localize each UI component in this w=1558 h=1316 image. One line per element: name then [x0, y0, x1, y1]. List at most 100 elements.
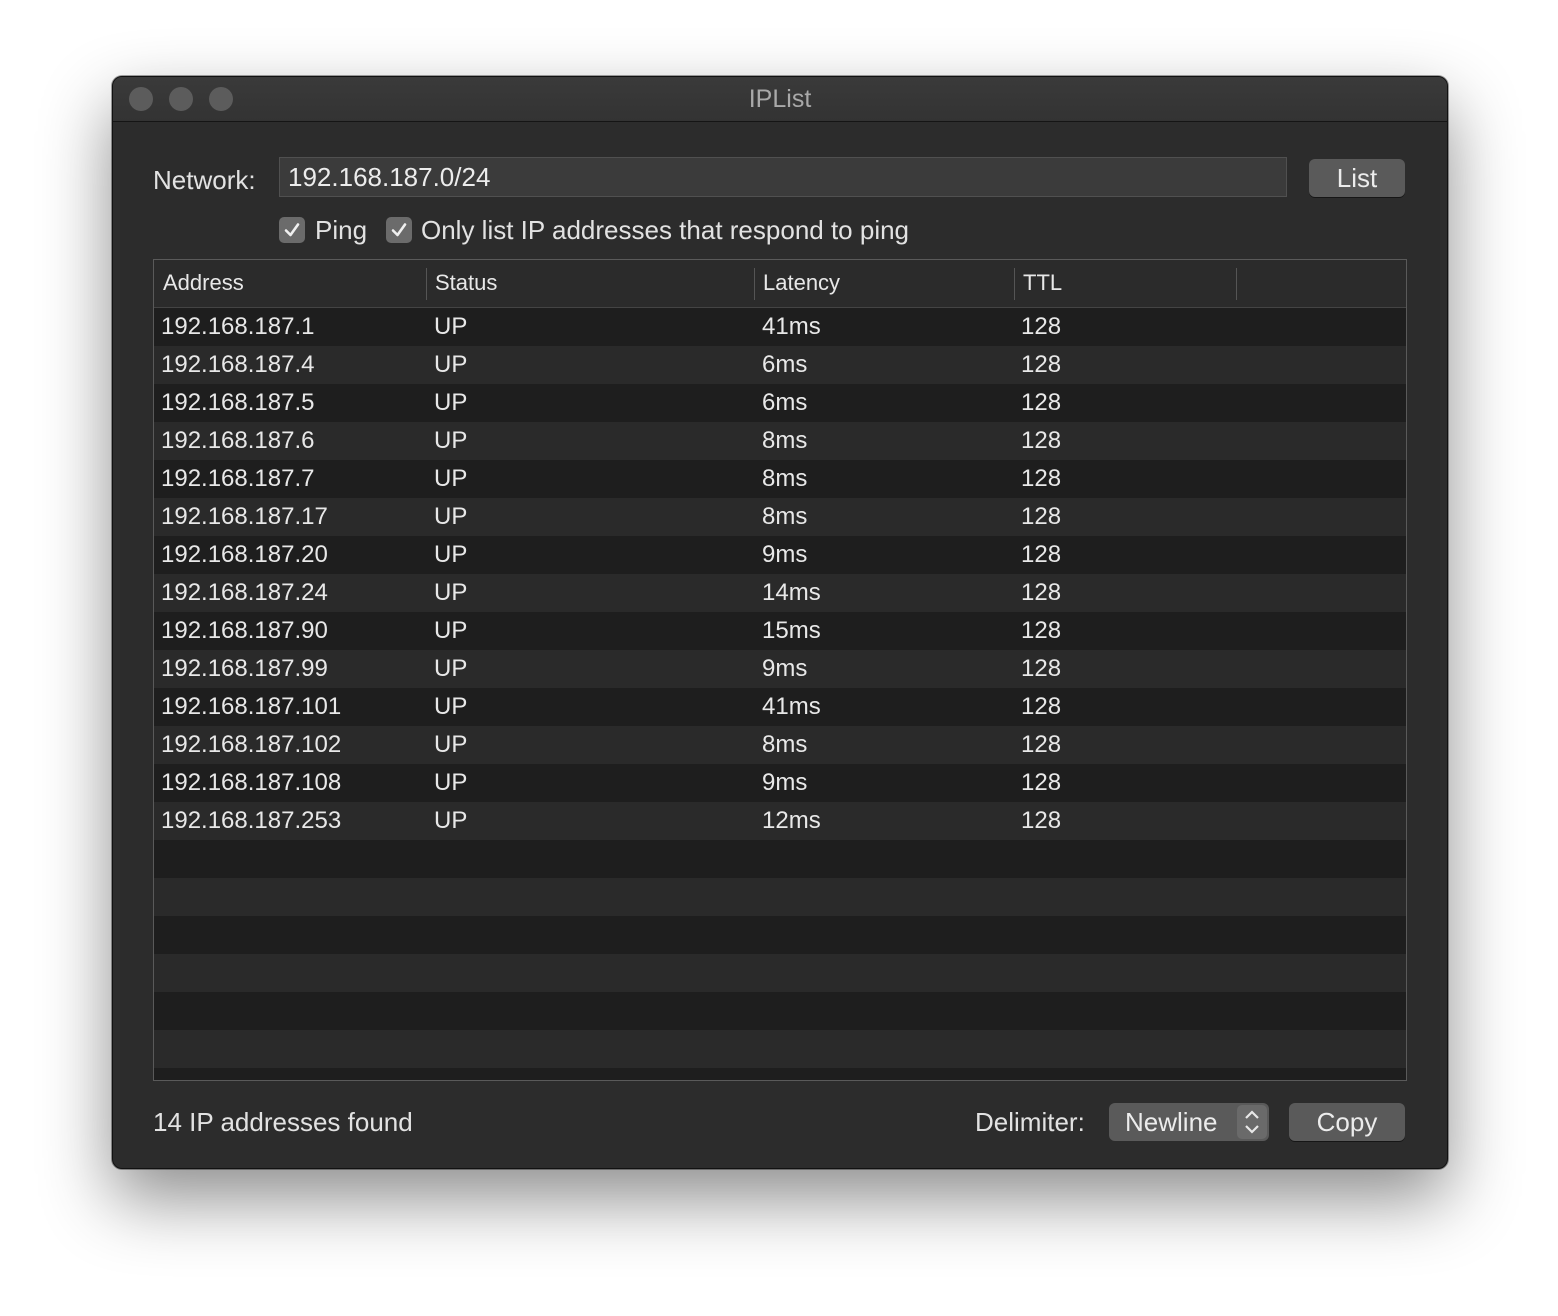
- address-cell: 192.168.187.101: [161, 693, 342, 720]
- network-label: Network:: [153, 165, 256, 195]
- column-header-latency[interactable]: Latency: [763, 270, 840, 296]
- checkmark-icon: [391, 223, 407, 237]
- ttl-cell: 128: [1021, 427, 1062, 454]
- ping-checkbox[interactable]: [279, 217, 305, 243]
- status-cell: UP: [434, 579, 468, 606]
- status-cell: UP: [434, 313, 468, 340]
- address-cell: 192.168.187.17: [161, 503, 328, 530]
- address-cell: 192.168.187.90: [161, 617, 328, 644]
- results-table[interactable]: Address Status Latency TTL 192.168.187.1…: [153, 259, 1407, 1081]
- latency-cell: 8ms: [762, 731, 808, 758]
- address-cell: 192.168.187.4: [161, 351, 315, 378]
- column-divider[interactable]: [754, 268, 755, 300]
- ttl-cell: 128: [1021, 313, 1062, 340]
- address-cell: 192.168.187.1: [161, 313, 315, 340]
- status-cell: UP: [434, 617, 468, 644]
- status-cell: UP: [434, 807, 468, 834]
- status-cell: UP: [434, 389, 468, 416]
- empty-table-row: [154, 992, 1406, 1030]
- list-button[interactable]: List: [1309, 159, 1405, 197]
- status-cell: UP: [434, 427, 468, 454]
- latency-cell: 6ms: [762, 389, 808, 416]
- empty-table-row: [154, 840, 1406, 878]
- table-row[interactable]: 192.168.187.24 UP 14ms 128: [154, 574, 1406, 612]
- ttl-cell: 128: [1021, 617, 1062, 644]
- ttl-cell: 128: [1021, 807, 1062, 834]
- address-cell: 192.168.187.7: [161, 465, 315, 492]
- latency-cell: 8ms: [762, 465, 808, 492]
- address-cell: 192.168.187.24: [161, 579, 328, 606]
- latency-cell: 9ms: [762, 655, 808, 682]
- address-cell: 192.168.187.99: [161, 655, 328, 682]
- up-down-chevron-icon: [1237, 1105, 1267, 1139]
- column-header-ttl[interactable]: TTL: [1023, 270, 1062, 296]
- latency-cell: 8ms: [762, 503, 808, 530]
- table-row[interactable]: 192.168.187.253 UP 12ms 128: [154, 802, 1406, 840]
- window-title: IPList: [748, 85, 812, 113]
- ttl-cell: 128: [1021, 769, 1062, 796]
- only-responding-checkbox-label[interactable]: Only list IP addresses that respond to p…: [421, 215, 909, 246]
- status-cell: UP: [434, 541, 468, 568]
- results-count-label: 14 IP addresses found: [153, 1107, 413, 1137]
- status-cell: UP: [434, 465, 468, 492]
- empty-table-row: [154, 878, 1406, 916]
- checkmark-icon: [284, 223, 300, 237]
- ping-checkbox-label[interactable]: Ping: [315, 215, 367, 246]
- ttl-cell: 128: [1021, 503, 1062, 530]
- only-responding-checkbox[interactable]: [386, 217, 412, 243]
- table-row[interactable]: 192.168.187.1 UP 41ms 128: [154, 308, 1406, 346]
- app-window: IPList Network: 192.168.187.0/24 List Pi…: [112, 76, 1448, 1169]
- table-row[interactable]: 192.168.187.6 UP 8ms 128: [154, 422, 1406, 460]
- column-header-status[interactable]: Status: [435, 270, 497, 296]
- latency-cell: 8ms: [762, 427, 808, 454]
- table-row[interactable]: 192.168.187.90 UP 15ms 128: [154, 612, 1406, 650]
- table-row[interactable]: 192.168.187.102 UP 8ms 128: [154, 726, 1406, 764]
- delimiter-label: Delimiter:: [975, 1107, 1085, 1137]
- latency-cell: 14ms: [762, 579, 821, 606]
- status-cell: UP: [434, 351, 468, 378]
- table-header: Address Status Latency TTL: [154, 260, 1406, 308]
- table-row[interactable]: 192.168.187.4 UP 6ms 128: [154, 346, 1406, 384]
- latency-cell: 9ms: [762, 769, 808, 796]
- status-cell: UP: [434, 693, 468, 720]
- status-cell: UP: [434, 731, 468, 758]
- empty-table-row: [154, 1030, 1406, 1068]
- table-row[interactable]: 192.168.187.5 UP 6ms 128: [154, 384, 1406, 422]
- status-cell: UP: [434, 655, 468, 682]
- table-row[interactable]: 192.168.187.99 UP 9ms 128: [154, 650, 1406, 688]
- ttl-cell: 128: [1021, 351, 1062, 378]
- address-cell: 192.168.187.253: [161, 807, 342, 834]
- address-cell: 192.168.187.102: [161, 731, 342, 758]
- column-divider[interactable]: [426, 268, 427, 300]
- ttl-cell: 128: [1021, 389, 1062, 416]
- delimiter-selected-value: Newline: [1125, 1107, 1218, 1137]
- ttl-cell: 128: [1021, 541, 1062, 568]
- table-row[interactable]: 192.168.187.20 UP 9ms 128: [154, 536, 1406, 574]
- column-divider[interactable]: [1014, 268, 1015, 300]
- delimiter-select[interactable]: Newline: [1109, 1103, 1269, 1141]
- latency-cell: 41ms: [762, 313, 821, 340]
- table-row[interactable]: 192.168.187.7 UP 8ms 128: [154, 460, 1406, 498]
- latency-cell: 41ms: [762, 693, 821, 720]
- copy-button[interactable]: Copy: [1289, 1103, 1405, 1141]
- address-cell: 192.168.187.6: [161, 427, 315, 454]
- latency-cell: 15ms: [762, 617, 821, 644]
- network-input[interactable]: 192.168.187.0/24: [279, 157, 1287, 197]
- empty-table-row: [154, 916, 1406, 954]
- column-divider[interactable]: [1236, 268, 1237, 300]
- ttl-cell: 128: [1021, 731, 1062, 758]
- latency-cell: 9ms: [762, 541, 808, 568]
- table-body: 192.168.187.1 UP 41ms 128 192.168.187.4 UP 6ms…: [154, 308, 1406, 1068]
- table-row[interactable]: 192.168.187.108 UP 9ms 128: [154, 764, 1406, 802]
- table-row[interactable]: 192.168.187.101 UP 41ms 128: [154, 688, 1406, 726]
- ttl-cell: 128: [1021, 693, 1062, 720]
- title-bar[interactable]: IPList: [113, 77, 1447, 122]
- status-cell: UP: [434, 769, 468, 796]
- ttl-cell: 128: [1021, 579, 1062, 606]
- column-header-address[interactable]: Address: [163, 270, 244, 296]
- latency-cell: 6ms: [762, 351, 808, 378]
- address-cell: 192.168.187.20: [161, 541, 328, 568]
- ttl-cell: 128: [1021, 465, 1062, 492]
- ttl-cell: 128: [1021, 655, 1062, 682]
- table-row[interactable]: 192.168.187.17 UP 8ms 128: [154, 498, 1406, 536]
